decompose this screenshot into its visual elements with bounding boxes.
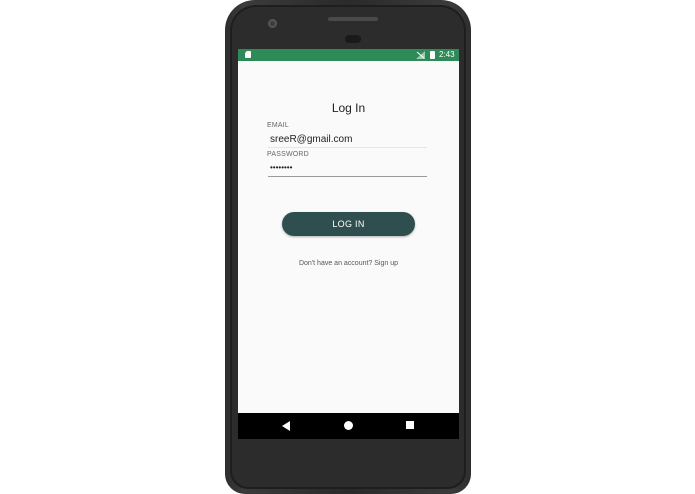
email-underline — [268, 147, 427, 148]
signup-link[interactable]: Don't have an account? Sign up — [238, 260, 459, 267]
back-icon[interactable] — [282, 421, 290, 431]
status-bar: 2:43 — [238, 49, 459, 61]
app-screen: 2:43 Log In EMAIL sreeR@gmail.com PASSWO… — [238, 49, 459, 439]
home-icon[interactable] — [344, 421, 353, 430]
password-label: PASSWORD — [267, 151, 309, 158]
email-field[interactable]: sreeR@gmail.com — [270, 134, 352, 145]
email-label: EMAIL — [267, 122, 290, 129]
battery-icon — [430, 51, 435, 59]
status-time: 2:43 — [439, 50, 455, 59]
navigation-bar — [238, 413, 459, 439]
sd-card-icon — [245, 51, 251, 58]
password-underline — [268, 176, 427, 177]
recent-apps-icon[interactable] — [406, 421, 414, 429]
login-button[interactable]: LOG IN — [282, 212, 415, 236]
earpiece-speaker — [328, 17, 378, 21]
page-title: Log In — [331, 101, 366, 115]
signal-icon — [416, 51, 425, 59]
front-camera-icon — [268, 19, 277, 28]
device-frame-stage: 2:43 Log In EMAIL sreeR@gmail.com PASSWO… — [0, 0, 695, 494]
proximity-sensor — [345, 35, 361, 43]
password-field[interactable]: •••••••• — [270, 163, 292, 172]
